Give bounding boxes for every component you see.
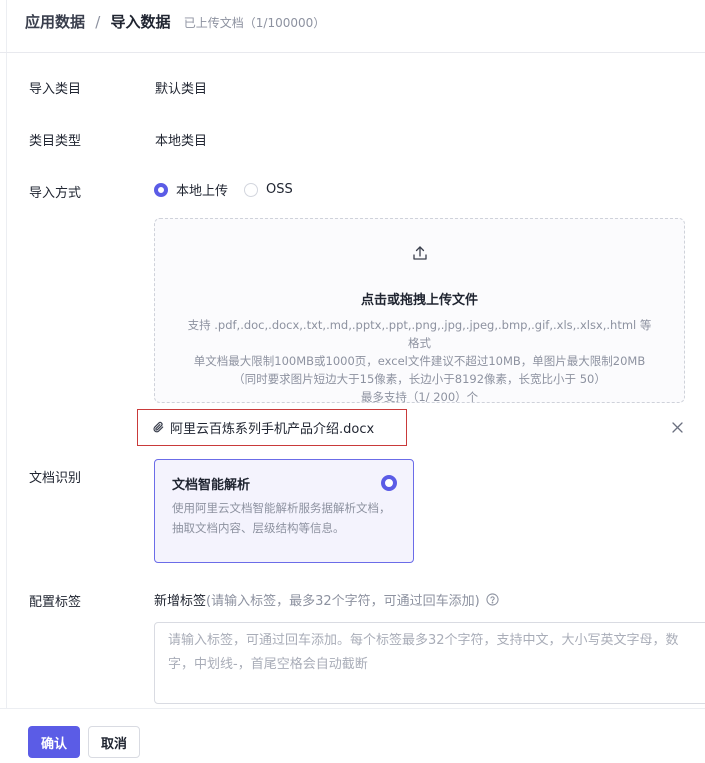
radio-unchecked-icon [244, 182, 259, 197]
confirm-button[interactable]: 确认 [28, 726, 80, 758]
form-footer: 确认 取消 [0, 708, 705, 763]
tag-config-label: 配置标签 [29, 595, 82, 610]
radio-checked-icon[interactable] [381, 475, 397, 491]
help-icon[interactable] [486, 593, 499, 606]
paperclip-icon [153, 421, 164, 433]
doc-smart-parse-desc: 使用阿里云文档智能解析服务据解析文档，抽取文档内容、层级结构等信息。 [172, 501, 391, 535]
radio-local-upload[interactable]: 本地上传 [154, 180, 228, 199]
breadcrumb: 应用数据 / 导入数据 已上传文档（1/100000） [25, 11, 325, 32]
upload-limits: 单文档最大限制100MB或1000页，excel文件建议不超过10MB，单图片最… [193, 354, 646, 386]
upload-title: 点击或拖拽上传文件 [360, 293, 478, 308]
uploaded-file-name: 阿里云百炼系列手机产品介绍.docx [170, 422, 375, 437]
upload-dropzone[interactable]: 点击或拖拽上传文件 支持 .pdf,.doc,.docx,.txt,.md,.p… [154, 218, 685, 406]
close-icon[interactable] [671, 421, 684, 434]
upload-icon [413, 246, 427, 260]
import-category-value: 默认类目 [155, 82, 208, 97]
category-type-value: 本地类目 [155, 134, 208, 149]
add-tag-hint: (请输入标签，最多32个字符，可通过回车添加) [206, 594, 480, 609]
tag-input[interactable] [154, 622, 705, 704]
doc-smart-parse-title: 文档智能解析 [172, 478, 251, 493]
breadcrumb-separator: / [95, 13, 101, 31]
radio-checked-icon [154, 182, 168, 197]
category-type-label: 类目类型 [29, 134, 82, 149]
import-method-label: 导入方式 [29, 186, 82, 201]
add-tag-header: 新增标签 (请输入标签，最多32个字符，可通过回车添加) [154, 590, 499, 609]
import-category-label: 导入类目 [29, 82, 82, 97]
cancel-button[interactable]: 取消 [88, 726, 140, 758]
import-method-radio-group: 本地上传 OSS [154, 180, 309, 199]
doc-recognition-label: 文档识别 [29, 471, 82, 486]
left-divider [6, 0, 7, 763]
breadcrumb-parent[interactable]: 应用数据 [25, 13, 85, 31]
radio-oss[interactable]: OSS [244, 182, 293, 197]
page-header: 应用数据 / 导入数据 已上传文档（1/100000） [0, 0, 705, 53]
radio-local-upload-label: 本地上传 [176, 184, 229, 199]
upload-formats: 支持 .pdf,.doc,.docx,.txt,.md,.pptx,.ppt,.… [187, 318, 652, 350]
upload-max-count: 最多支持（1/ 200）个 [360, 390, 479, 404]
add-tag-title: 新增标签 [154, 594, 207, 609]
radio-oss-label: OSS [266, 182, 293, 197]
page-title: 导入数据 [110, 13, 171, 31]
upload-description: 支持 .pdf,.doc,.docx,.txt,.md,.pptx,.ppt,.… [185, 316, 654, 406]
uploaded-file-item[interactable]: 阿里云百炼系列手机产品介绍.docx [137, 409, 407, 446]
uploaded-count-note: 已上传文档（1/100000） [183, 16, 326, 30]
doc-smart-parse-card[interactable]: 文档智能解析 使用阿里云文档智能解析服务据解析文档，抽取文档内容、层级结构等信息… [154, 459, 414, 563]
